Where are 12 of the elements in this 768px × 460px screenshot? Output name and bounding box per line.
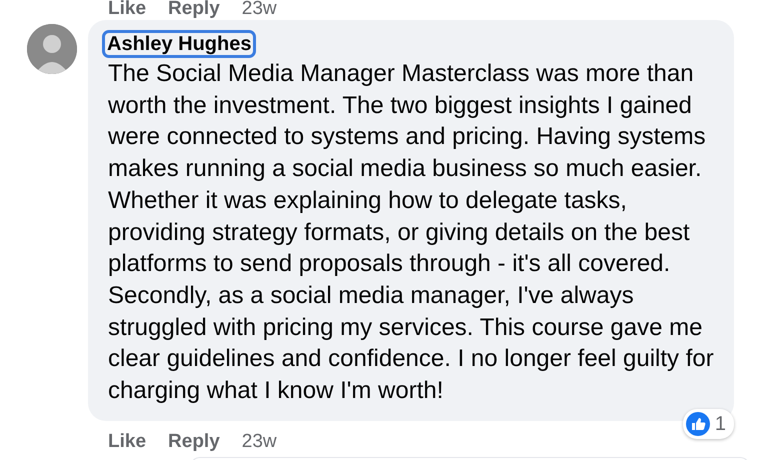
author-name[interactable]: Ashley Hughes xyxy=(105,33,254,55)
reply-link[interactable]: Reply xyxy=(168,430,220,453)
thumbs-up-icon xyxy=(686,412,710,436)
comment-time: 23w xyxy=(242,0,277,18)
like-link[interactable]: Like xyxy=(108,430,146,453)
reaction-badge[interactable]: 1 xyxy=(682,408,734,439)
comment-time: 23w xyxy=(242,430,277,453)
comment-text: The Social Media Manager Masterclass was more than worth the investment. The two biggest insights I gained were connected to systems and pricing. Having systems makes running a social media business so much easier. Whether it was explaining how to delegate tasks, providing strategy formats, or giving details on the best platforms to send proposals through - it's all covered. Secondly, as a social media manager, I've always struggled with pricing my services. This course gave me clear guidelines and confidence. I no longer feel guilty for charging what I know I'm worth! xyxy=(108,59,714,406)
avatar[interactable] xyxy=(27,24,77,74)
reply-link[interactable]: Reply xyxy=(168,0,220,18)
like-link[interactable]: Like xyxy=(108,0,146,18)
reaction-count: 1 xyxy=(714,412,726,435)
